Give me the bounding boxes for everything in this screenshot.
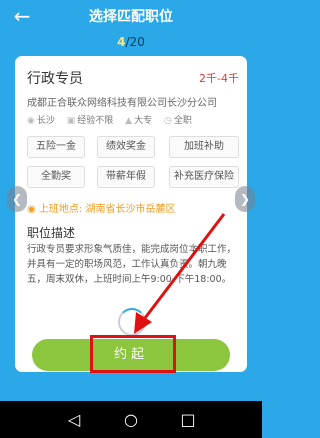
location-label: 上班地点:: [38, 204, 83, 215]
page-indicator: 4/20: [0, 35, 262, 49]
company-name: 成都正合联众网络科技有限公司长沙分公司: [27, 98, 217, 109]
benefit-tag: 五险一金: [27, 136, 85, 158]
action-area: 约起: [32, 339, 230, 371]
salary-label: 2千-4千: [199, 72, 239, 85]
system-nav-bar: ◁ ○ □: [0, 401, 262, 438]
job-meta: ◉ 长沙 ▣ 经验不限 ▲ 大专 ◷ 全职: [27, 113, 201, 126]
location-pin-icon: ◉: [27, 204, 36, 215]
nav-recents-icon[interactable]: □: [178, 410, 198, 430]
page-indicator-total: /20: [125, 35, 145, 49]
nav-back-icon[interactable]: ◁: [64, 410, 84, 430]
location-pin-icon: ◉: [27, 116, 35, 126]
benefit-tag: 绩效奖金: [97, 136, 155, 158]
next-arrow-icon[interactable]: ❯: [235, 186, 255, 212]
clock-icon: ◷: [163, 116, 172, 126]
job-card: 行政专员 2千-4千 成都正合联众网络科技有限公司长沙分公司 ◉ 长沙 ▣ 经验不限…: [15, 56, 247, 372]
page-indicator-current: 4: [117, 35, 126, 49]
section-title-description: 职位描述: [27, 226, 76, 240]
benefit-tag: 加班补助: [169, 136, 239, 158]
meta-experience: ▣ 经验不限: [66, 116, 114, 126]
location-value: 湖南省长沙市岳麓区: [85, 204, 176, 215]
top-bar: ← 选择匹配职位 4/20: [0, 0, 262, 56]
work-location: ◉ 上班地点: 湖南省长沙市岳麓区: [27, 200, 175, 215]
benefit-tag: 带薪年假: [97, 166, 155, 188]
apply-button[interactable]: 约起: [32, 339, 230, 371]
page-title: 选择匹配职位: [89, 9, 173, 25]
graduation-cap-icon: ▲: [125, 116, 133, 126]
previous-arrow-icon[interactable]: ❮: [7, 186, 27, 212]
meta-job-type: ◷ 全职: [163, 116, 192, 126]
job-title: 行政专员: [27, 71, 83, 87]
job-description: 行政专员要求形象气质佳，能完成岗位本职工作，并具有一定的职场风范，工作认真负责。…: [27, 244, 237, 285]
benefit-tag: 全勤奖: [27, 166, 85, 188]
benefit-tag: 补充医疗保险: [169, 166, 239, 188]
briefcase-icon: ▣: [66, 116, 76, 126]
loading-spinner-icon: [118, 308, 146, 336]
nav-home-icon[interactable]: ○: [121, 410, 141, 430]
meta-city: ◉ 长沙: [27, 116, 55, 126]
meta-education: ▲ 大专: [125, 116, 153, 126]
